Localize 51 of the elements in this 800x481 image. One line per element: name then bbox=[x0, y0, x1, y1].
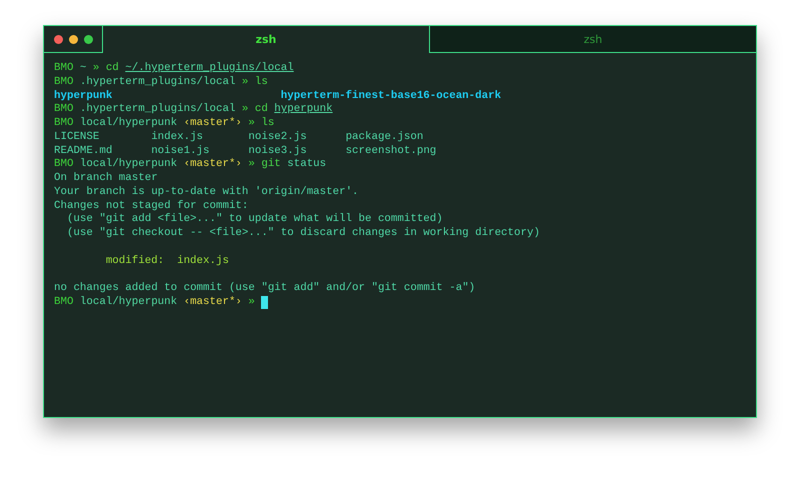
file-name: package.json bbox=[346, 130, 424, 144]
file-name: screenshot.png bbox=[346, 144, 438, 158]
file-name: noise1.js bbox=[151, 144, 211, 158]
status-label: modified: bbox=[106, 254, 166, 268]
output-text: On branch master bbox=[54, 172, 158, 186]
prompt-host: BMO bbox=[54, 62, 74, 76]
file-name: index.js bbox=[177, 254, 229, 268]
path-link[interactable]: ~/.hyperterm_plugins/local bbox=[125, 62, 294, 76]
prompt-symbol: » bbox=[242, 76, 248, 90]
prompt-symbol: » bbox=[248, 296, 255, 310]
directory-name: hyperterm-finest-base16-ocean-dark bbox=[280, 90, 502, 103]
file-name: noise3.js bbox=[248, 144, 308, 158]
output-text: (use "git checkout -- <file>..." to discard changes in working directory) bbox=[66, 227, 540, 241]
prompt-host: BMO bbox=[54, 117, 74, 131]
command-argument: status bbox=[287, 158, 326, 172]
prompt-symbol: » bbox=[242, 103, 248, 117]
close-button[interactable] bbox=[54, 34, 63, 44]
maximize-button[interactable] bbox=[84, 34, 93, 44]
prompt-host: BMO bbox=[54, 76, 74, 90]
prompt-symbol: » bbox=[92, 62, 100, 76]
prompt-host: BMO bbox=[54, 296, 74, 310]
file-name: README.md bbox=[54, 144, 114, 158]
output-text: Changes not staged for commit: bbox=[54, 200, 248, 213]
output-text: (use "git add <file>..." to update what will be committed) bbox=[66, 213, 443, 227]
prompt-path: local/hyperpunk bbox=[80, 117, 178, 131]
prompt-path: local/hyperpunk bbox=[80, 296, 178, 310]
command-text: cd bbox=[106, 62, 119, 76]
output-text: Your branch is up-to-date with 'origin/master'. bbox=[54, 186, 359, 200]
prompt-path: .hyperterm_plugins/local bbox=[80, 76, 236, 90]
prompt-symbol: » bbox=[248, 117, 255, 131]
file-name: index.js bbox=[151, 130, 204, 144]
output-text: no changes added to commit (use "git add" and/or "git commit -a") bbox=[54, 282, 476, 296]
command-text: git bbox=[261, 158, 281, 172]
minimize-button[interactable] bbox=[69, 34, 78, 44]
command-text: cd bbox=[254, 103, 268, 117]
git-branch: ‹master*› bbox=[184, 158, 242, 172]
file-name: noise2.js bbox=[248, 130, 308, 144]
prompt-path: local/hyperpunk bbox=[80, 158, 178, 172]
prompt-host: BMO bbox=[54, 103, 74, 117]
prompt-path: ~ bbox=[80, 62, 86, 76]
terminal-tab[interactable]: zsh bbox=[429, 26, 756, 53]
command-text: ls bbox=[261, 117, 274, 131]
prompt-symbol: » bbox=[248, 158, 255, 172]
prompt-path: .hyperterm_plugins/local bbox=[80, 103, 236, 117]
git-branch: ‹master*› bbox=[184, 117, 242, 131]
directory-name: hyperpunk bbox=[54, 90, 114, 103]
command-text: ls bbox=[254, 76, 268, 90]
path-link[interactable]: hyperpunk bbox=[274, 103, 333, 117]
git-branch: ‹master*› bbox=[184, 296, 242, 310]
prompt-host: BMO bbox=[54, 158, 74, 172]
file-name: LICENSE bbox=[54, 130, 100, 144]
